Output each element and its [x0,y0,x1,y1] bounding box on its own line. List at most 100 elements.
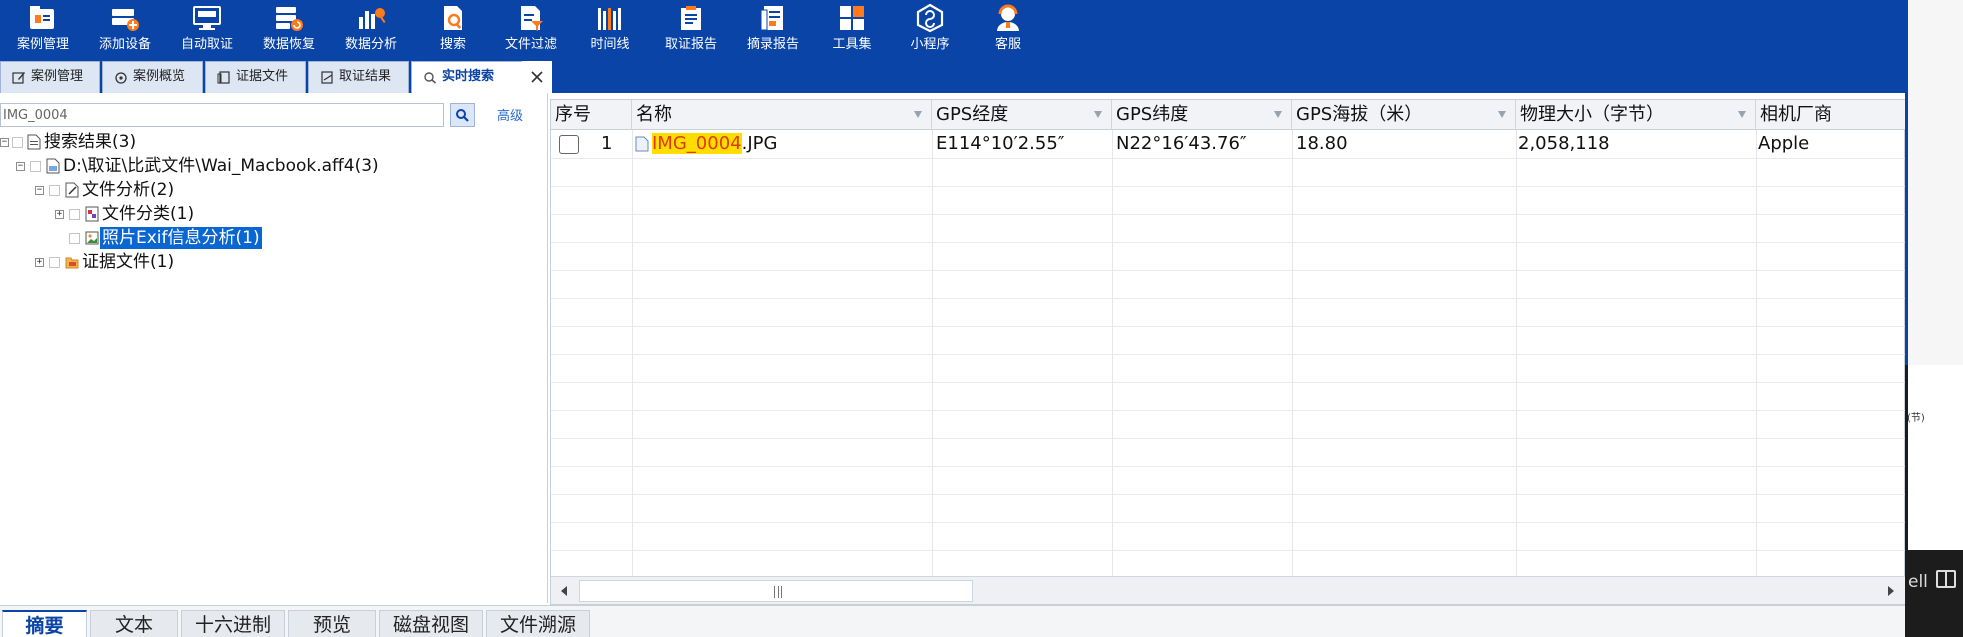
file-analysis-icon [65,182,79,198]
collapse-toggle[interactable]: − [0,138,9,147]
grid-divider [551,438,1906,439]
cell-index: 1 [601,133,613,154]
grid-divider [551,550,1906,551]
search-button[interactable] [450,103,475,127]
search-input[interactable] [0,103,444,127]
grid-divider [551,410,1906,411]
tab-forensics-results[interactable]: 取证结果 [308,61,409,93]
collapse-toggle[interactable]: − [16,162,25,171]
toolbar-file-filter-button[interactable]: 文件过滤 [491,0,571,60]
grid-header: 序号 名称 GPS经度 GPS纬度 GPS海拔（米） 物理大小（字节） 相机厂商 [551,100,1906,130]
filter-icon[interactable] [1498,111,1506,118]
customer-service-icon [997,4,1019,31]
data-recovery-icon [276,7,303,31]
grid-divider [551,382,1906,383]
toolbar-label: 添加设备 [98,37,151,52]
tab-case-management[interactable]: 案例管理 [0,61,100,93]
tree-node-evidence-files: + 证据文件(1) [0,251,400,273]
excerpt-report-icon [760,6,783,31]
tab-label: 案例概览 [133,69,186,84]
column-header-label: 相机厂商 [1760,104,1832,125]
toolbar-forensics-report-button[interactable]: 取证报告 [651,0,731,60]
document-tabs: 案例管理 案例概览 证据文件 取证结果 实时搜索 [0,59,552,93]
toolbar-search-button[interactable]: 搜索 [413,0,493,60]
grid-divider [551,494,1906,495]
toolbar-data-analysis-button[interactable]: 数据分析 [331,0,411,60]
grip-icon [774,586,782,598]
horizontal-scrollbar[interactable] [551,576,1906,604]
photo-exif-icon [85,231,99,245]
file-category-icon [85,206,99,222]
toolbar-label: 取证报告 [664,37,717,52]
tab-realtime-search[interactable]: 实时搜索 [411,61,523,93]
column-header-gps-latitude[interactable]: GPS纬度 [1112,100,1292,130]
tree-checkbox[interactable] [12,137,23,148]
column-header-name[interactable]: 名称 [632,100,932,130]
column-header-gps-altitude[interactable]: GPS海拔（米） [1292,100,1516,130]
collapse-toggle[interactable]: − [35,186,44,195]
scroll-right-icon[interactable] [1882,583,1900,599]
toolbar-customer-service-button[interactable]: 客服 [968,0,1048,60]
tree-checkbox[interactable] [69,209,80,220]
scrollbar-thumb[interactable] [579,580,973,602]
tab-preview[interactable]: 预览 [288,610,376,637]
expand-toggle[interactable]: + [35,258,44,267]
scroll-left-icon[interactable] [555,583,573,599]
toolbar-label: 案例管理 [16,37,69,52]
grid-divider [551,186,1906,187]
tree-label[interactable]: 文件分类(1) [100,203,196,225]
toolbar-data-recovery-button[interactable]: 数据恢复 [249,0,329,60]
column-header-label: GPS海拔（米） [1296,104,1423,125]
edit-icon [12,72,25,84]
advanced-search-link[interactable]: 高级 [497,105,523,124]
toolbar-mini-program-button[interactable]: 小程序 [890,0,970,60]
tree-checkbox[interactable] [69,233,80,244]
filter-icon[interactable] [1274,111,1282,118]
column-header-camera-maker[interactable]: 相机厂商 [1756,100,1906,130]
tab-label: 证据文件 [236,69,289,84]
tree-label[interactable]: 文件分析(2) [80,179,176,201]
tab-disk-view[interactable]: 磁盘视图 [379,610,483,637]
tree-label[interactable]: 证据文件(1) [80,251,176,273]
column-header-index[interactable]: 序号 [551,100,632,130]
row-checkbox[interactable] [559,135,579,154]
tab-case-overview[interactable]: 案例概览 [102,61,203,93]
tree-label[interactable]: 搜索结果(3) [42,131,138,153]
tab-hex[interactable]: 十六进制 [181,610,285,637]
tree-label[interactable]: 照片Exif信息分析(1) [100,227,262,249]
result-icon [321,71,333,84]
filter-icon[interactable] [1094,111,1102,118]
folder-icon [65,257,79,269]
tab-file-trace[interactable]: 文件溯源 [486,610,590,637]
grid-divider [1292,130,1293,576]
grid-divider [551,214,1906,215]
split-pane-icon[interactable] [1936,570,1956,588]
tab-text[interactable]: 文本 [90,610,178,637]
column-header-label: 序号 [555,104,591,125]
toolbar-label: 时间线 [590,37,630,52]
toolbar-add-device-button[interactable]: 添加设备 [85,0,165,60]
filter-icon[interactable] [1738,111,1746,118]
toolbar-auto-forensics-button[interactable]: 自动取证 [167,0,247,60]
overview-icon [115,72,127,84]
tree-label[interactable]: D:\取证\比武文件\Wai_Macbook.aff4(3) [61,155,381,177]
close-tab-button[interactable] [522,61,552,93]
toolbar-case-management-button[interactable]: 案例管理 [3,0,83,60]
toolbar-excerpt-report-button[interactable]: 摘录报告 [733,0,813,60]
tree-node-evidence-file: − D:\取证\比武文件\Wai_Macbook.aff4(3) [0,155,548,177]
filter-icon[interactable] [914,111,922,118]
tree-checkbox[interactable] [49,257,60,268]
column-header-physical-size[interactable]: 物理大小（字节） [1516,100,1756,130]
column-header-gps-longitude[interactable]: GPS经度 [932,100,1112,130]
tab-summary[interactable]: 摘要 [2,610,87,637]
grid-divider [551,522,1906,523]
toolbar-toolset-button[interactable]: 工具集 [812,0,892,60]
tree-checkbox[interactable] [49,185,60,196]
cell-gps-latitude: N22°16′43.76″ [1116,133,1247,154]
tab-evidence-files[interactable]: 证据文件 [205,61,306,93]
tree-checkbox[interactable] [30,161,41,172]
expand-toggle[interactable]: + [55,210,64,219]
tree-node-photo-exif: 照片Exif信息分析(1) [0,227,400,249]
toolbar-timeline-button[interactable]: 时间线 [570,0,650,60]
grid-divider [551,298,1906,299]
